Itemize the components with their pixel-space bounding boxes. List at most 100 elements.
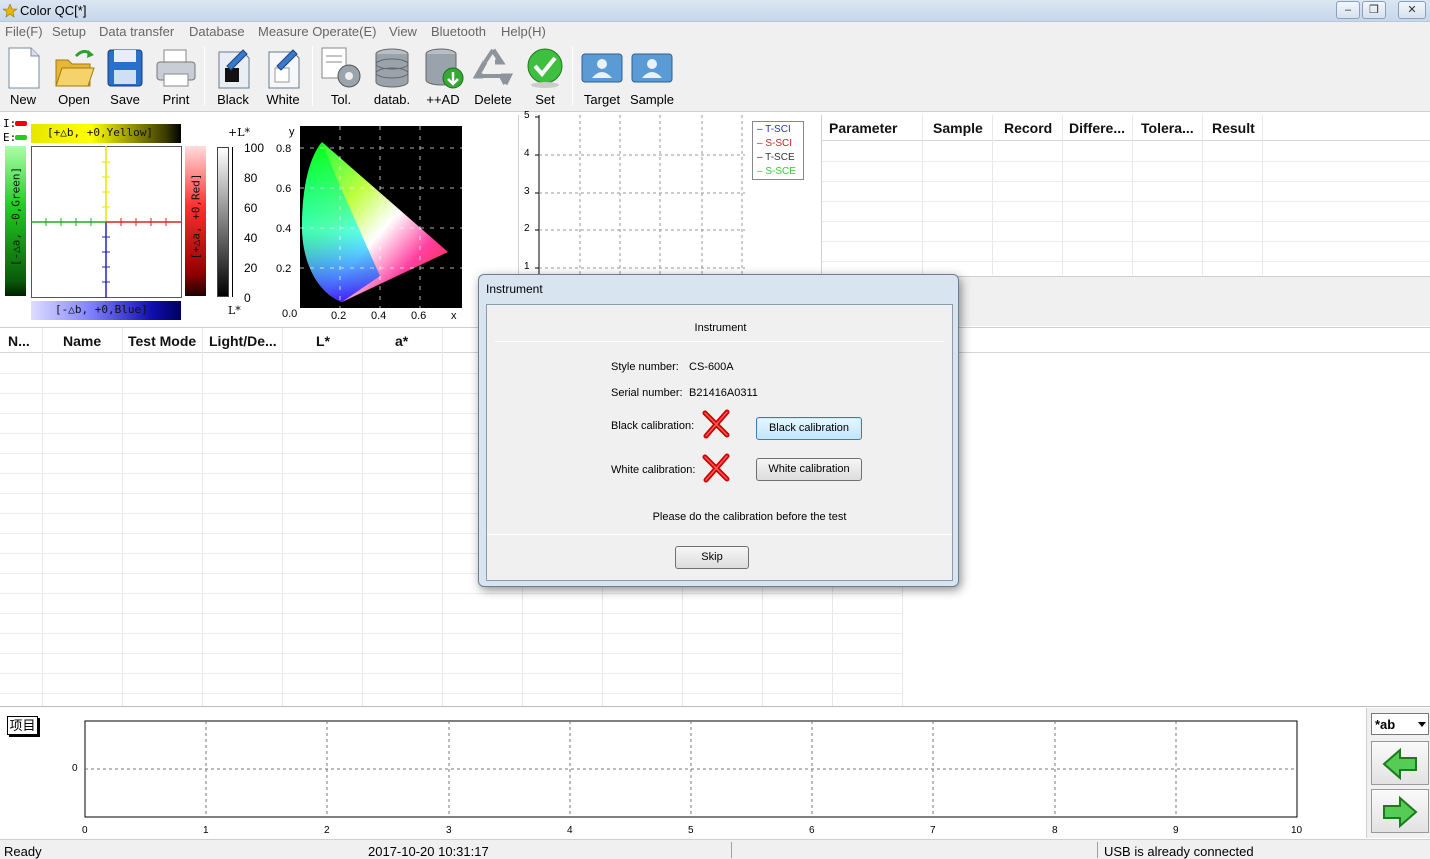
col-a-star[interactable]: a* <box>395 328 408 354</box>
white-calibration-button[interactable]: White calibration <box>756 458 862 481</box>
trend-x-tick: 5 <box>688 825 694 836</box>
previous-button[interactable] <box>1371 741 1429 785</box>
minimize-button[interactable]: – <box>1336 1 1360 19</box>
print-button[interactable]: Print <box>151 46 201 108</box>
col-tolerance[interactable]: Tolera... <box>1141 115 1194 141</box>
col-divider <box>1202 115 1203 275</box>
col-light-detector[interactable]: Light/De... <box>209 328 277 354</box>
black-button[interactable]: Black <box>208 46 258 108</box>
col-divider <box>1262 115 1263 275</box>
arrow-left-icon <box>1382 748 1417 780</box>
target-button[interactable]: Target <box>577 46 627 108</box>
next-button[interactable] <box>1371 789 1429 833</box>
legend-s-sci: – S-SCI <box>757 138 793 149</box>
database-button[interactable]: datab. <box>367 46 417 108</box>
col-test-mode[interactable]: Test Mode <box>128 328 196 354</box>
cie-y-axis-label: y <box>289 126 295 138</box>
col-divider <box>1062 115 1063 275</box>
restore-icon: ❐ <box>1369 4 1379 16</box>
legend-s-sce: – S-SCE <box>757 166 796 177</box>
menu-database[interactable]: Database <box>189 24 245 39</box>
add-database-button[interactable]: ++AD <box>418 46 468 108</box>
menu-file[interactable]: File(F) <box>5 24 43 39</box>
app-star-icon <box>3 4 17 18</box>
col-parameter[interactable]: Parameter <box>829 115 898 141</box>
new-button[interactable]: New <box>0 46 48 108</box>
col-difference[interactable]: Differe... <box>1069 115 1125 141</box>
row-divider <box>822 181 1430 182</box>
y-tick: 4 <box>524 148 530 159</box>
black-calibration-button[interactable]: Black calibration <box>756 417 862 440</box>
l-tick: 80 <box>244 171 258 185</box>
ab-plane-chart <box>31 146 182 298</box>
row-divider <box>0 593 902 594</box>
tolerance-button[interactable]: Tol. <box>316 46 366 108</box>
col-divider <box>202 328 203 706</box>
minimize-icon: – <box>1344 4 1352 16</box>
menu-bluetooth[interactable]: Bluetooth <box>431 24 486 39</box>
col-divider <box>1132 115 1133 275</box>
row-divider <box>822 221 1430 222</box>
trend-x-tick: 0 <box>82 825 88 836</box>
cie-x-tick: 0.4 <box>371 310 387 322</box>
checkmark-icon <box>527 48 563 88</box>
white-button[interactable]: White <box>258 46 308 108</box>
set-label: Set <box>535 92 555 107</box>
menu-setup[interactable]: Setup <box>52 24 86 39</box>
col-record[interactable]: Record <box>1004 115 1052 141</box>
row-divider <box>0 633 902 634</box>
col-sample[interactable]: Sample <box>933 115 983 141</box>
cie-x-axis-label: x <box>451 310 457 322</box>
trend-control-panel: *ab <box>1366 708 1430 838</box>
chevron-down-icon <box>1418 722 1426 727</box>
database-add-icon <box>425 48 464 89</box>
row-divider <box>0 613 902 614</box>
status-datetime: 2017-10-20 10:31:17 <box>368 844 489 859</box>
close-button[interactable]: ✕ <box>1398 1 1426 19</box>
green-gradient-bar: [-△a, -0,Green] <box>5 146 26 296</box>
print-label: Print <box>162 92 190 107</box>
col-number[interactable]: N... <box>8 328 30 354</box>
col-divider <box>282 328 283 706</box>
menu-help[interactable]: Help(H) <box>501 24 546 39</box>
instrument-dialog: Instrument Instrument Style number: CS-6… <box>478 274 959 587</box>
trend-chart-panel: 项目 0 0 1 2 3 4 5 6 7 8 9 10 <box>0 708 1365 838</box>
menu-view[interactable]: View <box>389 24 417 39</box>
menu-bar: File(F) Setup Data transfer Database Mea… <box>0 22 1430 42</box>
trend-x-tick: 1 <box>203 825 209 836</box>
skip-button[interactable]: Skip <box>675 546 749 569</box>
red-axis-label: [+△a, +0,Red] <box>189 173 203 260</box>
row-divider <box>0 693 902 694</box>
col-name[interactable]: Name <box>63 328 101 354</box>
dialog-divider <box>487 534 952 535</box>
sample-button[interactable]: Sample <box>627 46 677 108</box>
open-button[interactable]: Open <box>49 46 99 108</box>
row-divider <box>822 161 1430 162</box>
trend-x-tick: 2 <box>324 825 330 836</box>
y-tick: 2 <box>524 223 530 234</box>
l-tick: 20 <box>244 261 258 275</box>
set-button[interactable]: Set <box>520 46 570 108</box>
cie-x-tick: 0.6 <box>411 310 427 322</box>
l-top-label: +L* <box>228 126 251 139</box>
l-tick: 100 <box>244 141 265 155</box>
style-number-label: Style number: <box>611 361 679 373</box>
cie-x-tick: 0.0 <box>282 308 298 320</box>
save-button[interactable]: Save <box>100 46 150 108</box>
title-bar: Color QC[*] – ❐ ✕ <box>0 0 1430 22</box>
white-calibration-label: White calibration: <box>611 464 696 476</box>
cie-y-tick: 0.8 <box>276 143 292 155</box>
sample-person-icon <box>631 53 673 83</box>
menu-measure-operate[interactable]: Measure Operate(E) <box>258 24 377 39</box>
col-result[interactable]: Result <box>1212 115 1255 141</box>
metric-select[interactable]: *ab <box>1371 713 1429 735</box>
dialog-divider <box>495 341 944 342</box>
row-divider <box>822 261 1430 262</box>
metric-select-value: *ab <box>1375 717 1396 732</box>
l-scale-axis <box>232 147 233 297</box>
col-l-star[interactable]: L* <box>316 328 330 354</box>
maximize-button[interactable]: ❐ <box>1362 1 1386 19</box>
menu-data-transfer[interactable]: Data transfer <box>99 24 174 39</box>
delete-button[interactable]: Delete <box>468 46 518 108</box>
red-gradient-bar: [+△a, +0,Red] <box>185 146 206 296</box>
